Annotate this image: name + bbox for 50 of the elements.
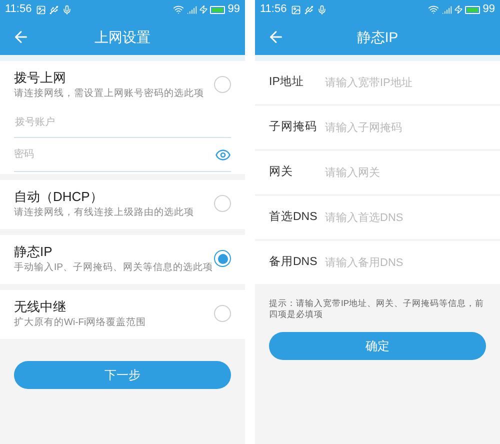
image-icon — [290, 4, 301, 14]
battery-icon — [464, 6, 480, 14]
wifi-icon — [172, 4, 184, 15]
option-title: 拨号上网 — [14, 69, 67, 87]
input-field[interactable]: 请输入宽带IP地址 — [325, 61, 500, 104]
usb-icon — [304, 4, 314, 14]
page-title: 静态IP — [356, 28, 398, 46]
page-title: 上网设置 — [94, 28, 150, 46]
field-label: 备用DNS — [255, 241, 325, 284]
signal-icon — [186, 4, 197, 14]
hint-text: 提示：请输入宽带IP地址、网关、子网掩码等信息，前四项是必填项 — [268, 298, 486, 320]
field-label: IP地址 — [255, 61, 325, 104]
radio-button[interactable] — [214, 195, 231, 212]
input-field[interactable]: 请输入网关 — [325, 151, 500, 194]
mic-icon — [62, 4, 72, 14]
battery-level: 99 — [482, 2, 495, 18]
image-icon — [36, 4, 46, 14]
status-time: 11:56 — [5, 2, 32, 18]
eye-icon[interactable] — [215, 146, 231, 162]
charging-icon — [198, 5, 208, 14]
charging-icon — [454, 5, 463, 14]
field-label: 首选DNS — [255, 196, 325, 239]
password-field[interactable]: 密码 — [14, 138, 215, 171]
radio-button[interactable] — [214, 76, 231, 93]
option-description: 扩大原有的Wi-Fi网络覆盖范围 — [14, 316, 148, 329]
radio-button[interactable] — [214, 250, 231, 267]
option-card[interactable]: 无线中继 扩大原有的Wi-Fi网络覆盖范围 — [0, 290, 245, 339]
input-field[interactable]: 请输入首选DNS — [325, 196, 500, 239]
status-time: 11:56 — [260, 2, 287, 18]
wifi-icon — [428, 4, 439, 15]
account-field[interactable]: 拨号账户 — [14, 108, 231, 138]
option-card[interactable]: 静态IP 手动输入IP、子网掩码、网关等信息的选此项 — [0, 235, 245, 284]
option-description: 手动输入IP、子网掩码、网关等信息的选此项 — [14, 261, 214, 274]
option-card[interactable]: 自动（DHCP） 请连接网线，有线连接上级路由的选此项 — [0, 180, 245, 229]
field-label: 网关 — [255, 151, 325, 194]
option-title: 静态IP — [14, 243, 54, 261]
input-field[interactable]: 请输入备用DNS — [325, 241, 500, 284]
option-card[interactable]: 拨号上网 请连接网线，需设置上网账号密码的选此项 拨号账户 密码 — [0, 61, 245, 174]
field-label: 子网掩码 — [255, 106, 325, 149]
option-description: 请连接网线，有线连接上级路由的选此项 — [14, 206, 195, 219]
option-description: 请连接网线，需设置上网账号密码的选此项 — [14, 87, 205, 100]
signal-icon — [442, 4, 452, 14]
mic-icon — [316, 4, 327, 14]
option-title: 无线中继 — [14, 298, 67, 316]
input-field[interactable]: 请输入子网掩码 — [325, 106, 500, 149]
option-title: 自动（DHCP） — [14, 188, 104, 206]
battery-icon — [210, 6, 225, 14]
radio-button[interactable] — [214, 305, 231, 322]
usb-icon — [48, 4, 59, 14]
battery-level: 99 — [228, 2, 240, 18]
